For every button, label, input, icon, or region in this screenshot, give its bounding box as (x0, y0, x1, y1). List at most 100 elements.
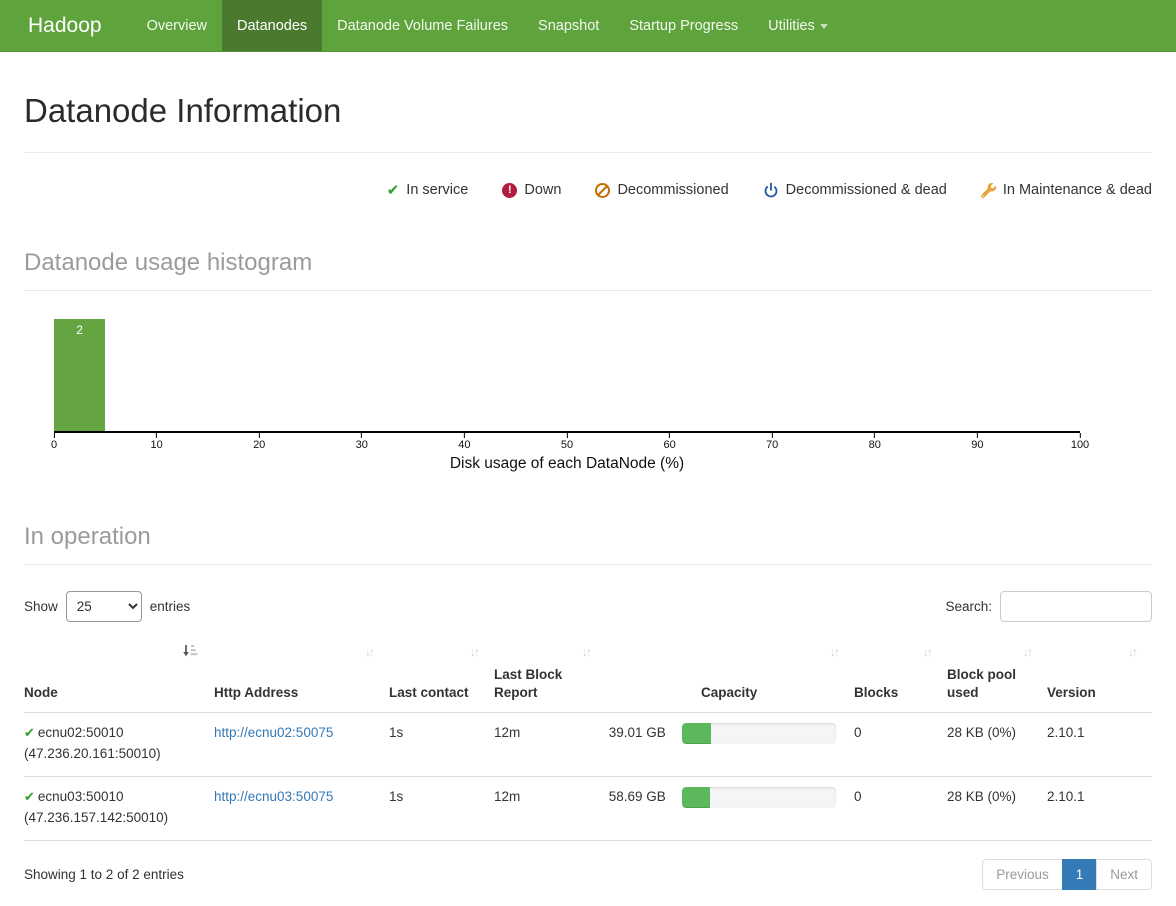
column-header-http-address[interactable]: ↓↑ Http Address (214, 638, 389, 713)
node-name: ecnu02:50010 (37, 725, 124, 741)
histogram-section-title: Datanode usage histogram (24, 249, 1152, 291)
nav-item-datanode-volume-failures[interactable]: Datanode Volume Failures (322, 0, 523, 51)
histogram-x-axis: 0 10 20 30 40 50 60 70 80 90 100 (51, 433, 1089, 455)
table-row: ✔ ecnu03:50010 (47.236.157.142:50010) htt… (24, 776, 1152, 841)
table-row: ✔ ecnu02:50010 (47.236.20.161:50010) http… (24, 712, 1152, 777)
node-ip: (47.236.157.142:50010) (24, 810, 169, 826)
search-label: Search: (945, 599, 992, 614)
node-cell: ✔ ecnu03:50010 (47.236.157.142:50010) (24, 776, 214, 841)
top-navbar: Hadoop Overview Datanodes Datanode Volum… (0, 0, 1176, 52)
nav-item-overview[interactable]: Overview (132, 0, 222, 51)
last-contact-cell: 1s (389, 776, 494, 841)
capacity-progress-bar (681, 787, 836, 809)
datanodes-table: Node ↓↑ Http Address ↓↑ Last contact ↓↑ … (24, 638, 1152, 842)
http-address-link[interactable]: http://ecnu02:50075 (214, 725, 333, 740)
previous-page-button[interactable]: Previous (982, 859, 1063, 891)
page-1-button[interactable]: 1 (1061, 859, 1098, 891)
column-header-node[interactable]: Node (24, 638, 214, 713)
capacity-progress-fill (681, 787, 710, 809)
sort-asc-icon[interactable] (182, 644, 198, 663)
status-legend: ✔ In service ! Down Decommissioned Decom… (24, 181, 1152, 199)
show-label: Show (24, 599, 58, 614)
column-label-last-contact: Last contact (389, 685, 469, 701)
column-label-block-pool-used: Block pool used (947, 667, 1017, 701)
x-tick: 20 (253, 433, 265, 451)
sort-both-icon[interactable]: ↓↑ (1023, 644, 1033, 660)
ban-icon (595, 182, 611, 198)
http-address-link[interactable]: http://ecnu03:50075 (214, 789, 333, 804)
capacity-progress-fill (681, 723, 712, 745)
alert-circle-icon: ! (502, 182, 518, 198)
brand-hadoop[interactable]: Hadoop (0, 0, 132, 51)
nav-item-utilities[interactable]: Utilities (753, 0, 843, 51)
in-operation-section-title: In operation (24, 523, 1152, 565)
sort-both-icon[interactable]: ↓↑ (582, 644, 592, 660)
histogram-x-axis-label: Disk usage of each DataNode (%) (449, 455, 685, 472)
x-tick: 70 (766, 433, 778, 451)
column-header-capacity[interactable]: ↓↑ Capacity (606, 638, 854, 713)
column-header-block-pool-used[interactable]: ↓↑ Block pool used (947, 638, 1047, 713)
x-tick: 50 (561, 433, 573, 451)
last-block-report-cell: 12m (494, 712, 606, 777)
http-address-cell: http://ecnu03:50075 (214, 776, 389, 841)
block-pool-used-cell: 28 KB (0%) (947, 712, 1047, 777)
column-header-last-contact[interactable]: ↓↑ Last contact (389, 638, 494, 713)
sort-both-icon[interactable]: ↓↑ (1128, 644, 1138, 660)
x-tick: 60 (663, 433, 676, 451)
column-label-last-block-report: Last Block Report (494, 667, 563, 701)
legend-down-label: Down (524, 182, 562, 198)
page-title: Datanode Information (24, 92, 342, 129)
x-tick: 90 (971, 433, 984, 451)
histogram-plot-area: 2 (54, 319, 1080, 433)
search-group: Search: (945, 591, 1152, 622)
legend-maintenance-dead-label: In Maintenance & dead (1002, 182, 1152, 198)
page-size-select[interactable]: 25 (65, 591, 142, 622)
histogram-bar-value: 2 (76, 323, 83, 337)
node-ip: (47.236.20.161:50010) (24, 746, 161, 762)
table-footer: Showing 1 to 2 of 2 entries Previous 1 N… (24, 859, 1152, 891)
column-label-capacity: Capacity (701, 685, 758, 701)
x-tick: 30 (356, 433, 368, 451)
sort-both-icon[interactable]: ↓↑ (365, 644, 375, 660)
entries-label: entries (149, 599, 191, 614)
search-input[interactable] (1000, 591, 1152, 622)
blocks-cell: 0 (854, 776, 947, 841)
next-page-button[interactable]: Next (1096, 859, 1152, 891)
column-header-version[interactable]: ↓↑ Version (1047, 638, 1152, 713)
version-cell: 2.10.1 (1047, 776, 1152, 841)
table-controls: Show 25 entries Search: (24, 591, 1152, 622)
nav-item-snapshot[interactable]: Snapshot (523, 0, 614, 51)
in-service-check-icon: ✔ (24, 725, 35, 741)
capacity-cell: 39.01 GB (606, 712, 854, 777)
x-tick: 10 (150, 433, 163, 451)
legend-in-service: ✔ In service (387, 181, 469, 199)
node-name: ecnu03:50010 (37, 789, 124, 805)
histogram-bar-0-5: 2 (54, 319, 106, 431)
legend-decommissioned-dead-label: Decommissioned & dead (785, 182, 947, 198)
blocks-cell: 0 (854, 712, 947, 777)
column-header-last-block-report[interactable]: ↓↑ Last Block Report (494, 638, 606, 713)
column-label-version: Version (1047, 685, 1096, 701)
title-divider (24, 152, 1152, 153)
capacity-value: 39.01 GB (608, 725, 666, 741)
sort-both-icon[interactable]: ↓↑ (923, 644, 933, 660)
nav-item-datanodes[interactable]: Datanodes (222, 0, 323, 51)
sort-both-icon[interactable]: ↓↑ (830, 644, 840, 660)
nav-item-startup-progress[interactable]: Startup Progress (614, 0, 753, 51)
legend-decommissioned-label: Decommissioned (617, 182, 729, 198)
legend-down: ! Down (502, 182, 561, 198)
check-icon: ✔ (386, 182, 400, 199)
column-header-blocks[interactable]: ↓↑ Blocks (854, 638, 947, 713)
column-label-http-address: Http Address (214, 685, 299, 701)
last-block-report-cell: 12m (494, 776, 606, 841)
capacity-value: 58.69 GB (608, 789, 666, 805)
legend-maintenance-dead: In Maintenance & dead (980, 182, 1152, 198)
sort-both-icon[interactable]: ↓↑ (470, 644, 480, 660)
x-tick: 0 (51, 433, 57, 451)
in-service-check-icon: ✔ (24, 789, 35, 805)
show-entries-group: Show 25 entries (24, 591, 190, 622)
legend-decommissioned-dead: Decommissioned & dead (763, 182, 947, 198)
capacity-cell: 58.69 GB (606, 776, 854, 841)
http-address-cell: http://ecnu02:50075 (214, 712, 389, 777)
legend-decommissioned: Decommissioned (595, 182, 729, 198)
